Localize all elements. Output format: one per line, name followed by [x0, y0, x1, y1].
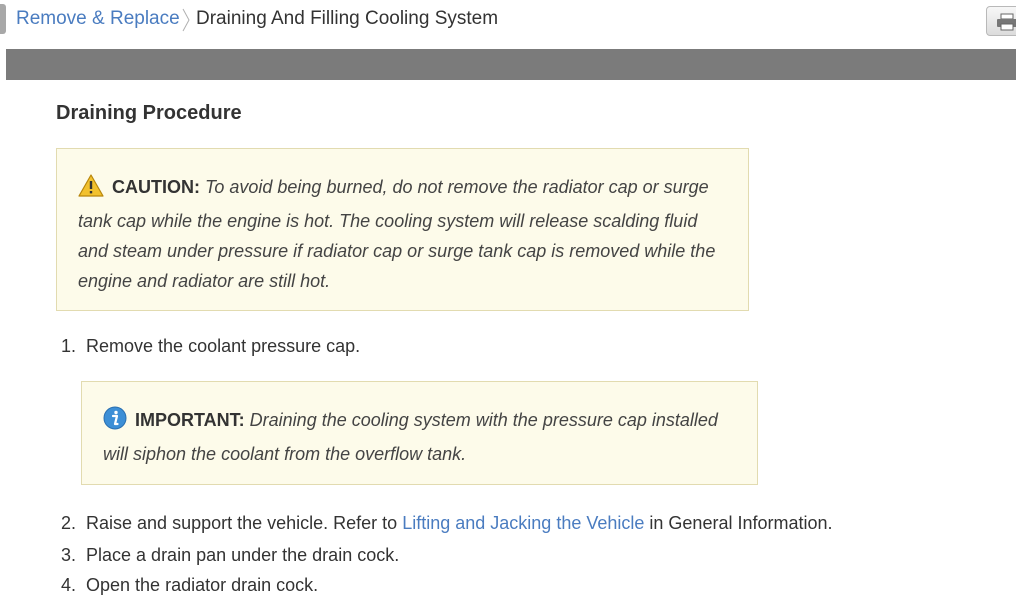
- step-number: 2.: [61, 513, 77, 533]
- step-text: Open the radiator drain cock.: [86, 575, 319, 595]
- step-text: Raise and support the vehicle. Refer to: [86, 513, 398, 533]
- warning-triangle-icon: [78, 174, 104, 206]
- back-tab[interactable]: [0, 4, 6, 34]
- step-item: 4. Open the radiator drain cock.: [61, 575, 318, 596]
- lifting-jacking-link[interactable]: Lifting and Jacking the Vehicle: [402, 513, 644, 533]
- printer-icon: [997, 13, 1016, 31]
- caution-notice: CAUTION: To avoid being burned, do not r…: [56, 148, 749, 311]
- step-text-after: in General Information.: [649, 513, 833, 533]
- section-title: Draining Procedure: [56, 102, 242, 124]
- breadcrumb-parent-link[interactable]: Remove & Replace: [16, 8, 180, 30]
- important-notice: IMPORTANT: Draining the cooling system w…: [81, 381, 758, 485]
- breadcrumb-current: Draining And Filling Cooling System: [196, 8, 499, 29]
- step-text: Place a drain pan under the drain cock.: [86, 545, 400, 565]
- top-bar: Remove & Replace Draining And Filling Co…: [0, 0, 1016, 48]
- step-item: 2. Raise and support the vehicle. Refer …: [61, 513, 833, 534]
- info-icon: [103, 406, 127, 439]
- step-number: 3.: [61, 545, 77, 565]
- step-number: 1.: [61, 336, 77, 356]
- important-label: IMPORTANT:: [135, 410, 245, 430]
- caution-label: CAUTION:: [112, 177, 200, 197]
- step-text: Remove the coolant pressure cap.: [86, 336, 361, 356]
- print-button[interactable]: [986, 6, 1016, 36]
- step-number: 4.: [61, 575, 77, 595]
- step-item: 3. Place a drain pan under the drain coc…: [61, 545, 399, 566]
- header-divider-bar: [6, 49, 1016, 80]
- chevron-right-icon: [181, 7, 191, 38]
- step-item: 1. Remove the coolant pressure cap.: [61, 336, 360, 357]
